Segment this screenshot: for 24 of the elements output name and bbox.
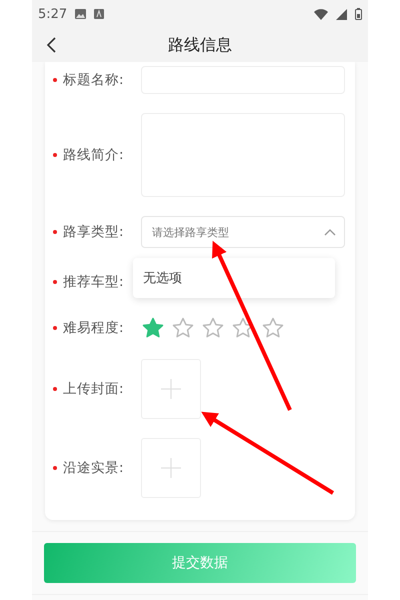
select-placeholder: 请选择路享类型	[152, 224, 229, 240]
empty-star-icon[interactable]	[201, 316, 225, 340]
image-icon	[75, 9, 86, 19]
plus-icon	[161, 379, 181, 399]
field-label: 标题名称:	[63, 71, 125, 89]
empty-star-icon[interactable]	[261, 316, 285, 340]
field-label: 沿途实景:	[63, 459, 125, 477]
signal-icon	[336, 8, 347, 20]
field-label: 推荐车型:	[63, 273, 125, 291]
battery-icon	[355, 8, 362, 20]
select-field[interactable]: 请选择路享类型	[141, 216, 345, 248]
field-label: 路线简介:	[63, 146, 125, 164]
empty-star-icon[interactable]	[171, 316, 195, 340]
filled-star-icon[interactable]	[141, 316, 165, 340]
field-label: 上传封面:	[63, 380, 125, 398]
empty-message: 无选项	[143, 270, 182, 287]
status-time: 5:27	[38, 6, 68, 22]
upload-box[interactable]	[141, 359, 201, 419]
plus-icon	[161, 458, 181, 478]
upload-box[interactable]	[141, 438, 201, 498]
page-title: 路线信息	[168, 34, 232, 56]
field-label: 路享类型:	[63, 223, 125, 241]
wifi-icon	[314, 8, 328, 20]
field-label: 难易程度:	[63, 319, 125, 337]
